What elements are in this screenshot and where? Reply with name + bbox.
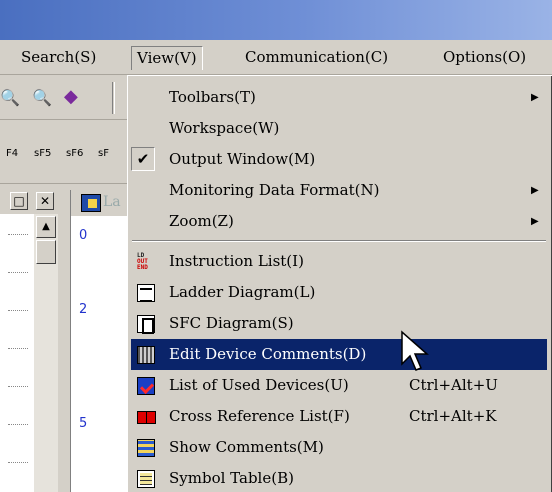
title-bar xyxy=(0,0,552,40)
menu-item-label: Ladder Diagram(L) xyxy=(169,283,316,301)
menu-item-label: Output Window(M) xyxy=(169,150,316,168)
book-icon[interactable]: ◆ xyxy=(64,86,78,107)
vertical-scrollbar[interactable]: ▲ xyxy=(34,214,58,492)
menu-communication[interactable]: Communication(C) xyxy=(240,46,393,70)
project-pane: □ ✕ ▲ xyxy=(0,186,72,492)
step-number: 2 xyxy=(79,302,88,317)
mouse-cursor-icon xyxy=(401,330,429,371)
toolbar-ladder-symbols: F4 sF5 sF6 sF xyxy=(0,122,130,184)
menu-view[interactable]: View(V) xyxy=(131,46,203,70)
view-menu-dropdown: Toolbars(T) ▶ Workspace(W) ✔ Output Wind… xyxy=(127,75,552,492)
menu-item-ladder-diagram[interactable]: Ladder Diagram(L) xyxy=(131,277,547,308)
menu-separator xyxy=(132,240,546,242)
menu-item-label: Symbol Table(B) xyxy=(169,469,294,487)
sfc-diagram-icon xyxy=(137,315,155,334)
symbol-table-icon xyxy=(137,470,155,488)
menu-item-workspace[interactable]: Workspace(W) xyxy=(131,113,547,144)
checkmark-icon: ✔ xyxy=(131,147,155,171)
menu-item-label: SFC Diagram(S) xyxy=(169,314,294,332)
sf-button[interactable]: sF xyxy=(98,148,109,159)
menu-item-show-comments[interactable]: Show Comments(M) xyxy=(131,432,547,463)
edit-device-comments-icon xyxy=(137,346,155,364)
instruction-list-icon: LD OUT END xyxy=(137,252,148,271)
menu-bar: Search(S) View(V) Communication(C) Optio… xyxy=(0,40,552,75)
sf6-button[interactable]: sF6 xyxy=(66,148,83,159)
submenu-arrow-icon: ▶ xyxy=(531,216,539,227)
menu-item-list-of-used-devices[interactable]: List of Used Devices(U) Ctrl+Alt+U xyxy=(131,370,547,401)
step-number: 0 xyxy=(79,228,88,243)
sf5-button[interactable]: sF5 xyxy=(34,148,51,159)
menu-item-label: Zoom(Z) xyxy=(169,212,234,230)
menu-item-label: Edit Device Comments(D) xyxy=(169,345,367,363)
menu-item-symbol-table[interactable]: Symbol Table(B) xyxy=(131,463,547,492)
menu-item-output-window[interactable]: ✔ Output Window(M) xyxy=(131,144,547,175)
scroll-thumb[interactable] xyxy=(36,240,56,264)
menu-item-instruction-list[interactable]: LD OUT END Instruction List(I) xyxy=(131,246,547,277)
menu-item-toolbars[interactable]: Toolbars(T) ▶ xyxy=(131,82,547,113)
menu-item-edit-device-comments[interactable]: Edit Device Comments(D) xyxy=(131,339,547,370)
zoom-out-icon[interactable]: 🔍 xyxy=(32,88,52,107)
menu-item-label: List of Used Devices(U) xyxy=(169,376,349,394)
show-comments-icon xyxy=(137,439,155,457)
menu-item-monitoring-data-format[interactable]: Monitoring Data Format(N) ▶ xyxy=(131,175,547,206)
close-icon[interactable]: ✕ xyxy=(36,192,54,210)
submenu-arrow-icon: ▶ xyxy=(531,185,539,196)
ladder-window-title: La xyxy=(103,194,121,210)
f4-button[interactable]: F4 xyxy=(6,148,18,159)
project-tree[interactable] xyxy=(0,214,34,492)
submenu-arrow-icon: ▶ xyxy=(531,92,539,103)
menu-item-label: Cross Reference List(F) xyxy=(169,407,350,425)
scroll-up-icon[interactable]: ▲ xyxy=(36,216,56,238)
menu-item-cross-reference-list[interactable]: Cross Reference List(F) Ctrl+Alt+K xyxy=(131,401,547,432)
menu-item-label: Toolbars(T) xyxy=(169,88,256,106)
toolbar-standard: 🔍 🔍 ◆ xyxy=(0,76,130,120)
menu-item-label: Instruction List(I) xyxy=(169,252,304,270)
menu-options[interactable]: Options(O) xyxy=(438,46,531,70)
ladder-diagram-icon xyxy=(137,284,155,302)
menu-item-label: Monitoring Data Format(N) xyxy=(169,181,380,199)
menu-item-shortcut: Ctrl+Alt+K xyxy=(409,407,497,425)
used-devices-icon xyxy=(137,377,155,395)
menu-search[interactable]: Search(S) xyxy=(16,46,101,70)
menu-item-zoom[interactable]: Zoom(Z) ▶ xyxy=(131,206,547,237)
menu-item-label: Show Comments(M) xyxy=(169,438,324,456)
menu-item-label: Workspace(W) xyxy=(169,119,280,137)
step-number: 5 xyxy=(79,416,88,431)
cross-reference-icon xyxy=(137,408,156,426)
zoom-in-icon[interactable]: 🔍 xyxy=(0,88,20,107)
toolbar-separator xyxy=(112,82,115,114)
ladder-window-icon xyxy=(81,194,101,212)
restore-icon[interactable]: □ xyxy=(10,192,28,210)
menu-item-sfc-diagram[interactable]: SFC Diagram(S) xyxy=(131,308,547,339)
